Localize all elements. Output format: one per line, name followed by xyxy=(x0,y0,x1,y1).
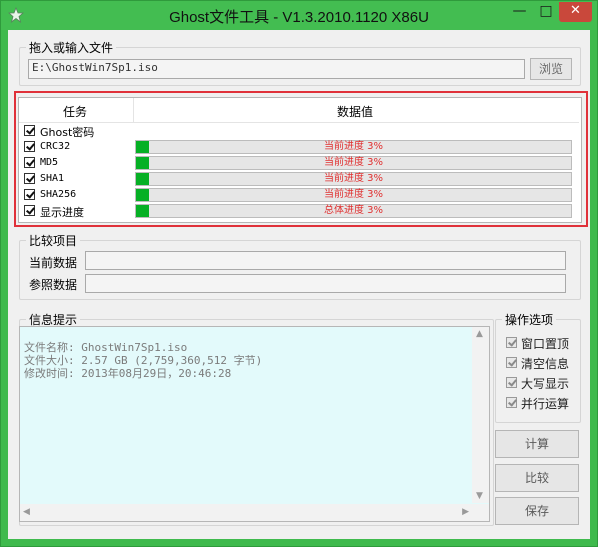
scroll-up-arrow-icon[interactable]: ▲ xyxy=(476,329,483,339)
info-line-filesize: 文件大小: 2.57 GB (2,759,360,512 字节) xyxy=(24,354,263,367)
compare-group-label: 比较项目 xyxy=(26,232,81,249)
maximize-button[interactable]: □ xyxy=(533,2,559,22)
scroll-corner xyxy=(472,504,489,521)
reference-data-label: 参照数据 xyxy=(29,278,78,292)
option-checkbox[interactable] xyxy=(506,397,517,408)
app-window: Ghost文件工具 - V1.3.2010.1120 X86U — □ ✕ 拖入… xyxy=(0,0,598,547)
option-checkbox[interactable] xyxy=(506,357,517,368)
info-text: 文件名称: GhostWin7Sp1.iso 文件大小: 2.57 GB (2,… xyxy=(24,341,262,380)
scroll-down-arrow-icon[interactable]: ▼ xyxy=(476,491,483,501)
options-group-label: 操作选项 xyxy=(502,311,557,328)
option-label: 并行运算 xyxy=(521,397,570,411)
option-label: 窗口置顶 xyxy=(521,337,570,351)
compute-button[interactable]: 计算 xyxy=(495,430,579,458)
info-line-filename: 文件名称: GhostWin7Sp1.iso xyxy=(24,341,188,354)
save-button[interactable]: 保存 xyxy=(495,497,579,525)
file-input-group-label: 拖入或输入文件 xyxy=(26,39,117,56)
highlight-frame xyxy=(14,91,588,227)
option-label: 大写显示 xyxy=(521,377,570,391)
info-line-modified: 修改时间: 2013年08月29日，20:46:28 xyxy=(24,367,232,380)
compare-button[interactable]: 比较 xyxy=(495,464,579,492)
title-bar[interactable]: Ghost文件工具 - V1.3.2010.1120 X86U — □ ✕ xyxy=(1,1,597,30)
horizontal-scrollbar[interactable]: ◀ ▶ xyxy=(20,504,472,521)
current-data-label: 当前数据 xyxy=(29,256,78,270)
browse-button[interactable]: 浏览 xyxy=(530,58,572,80)
vertical-scrollbar[interactable]: ▲ ▼ xyxy=(472,327,489,503)
close-button[interactable]: ✕ xyxy=(559,2,592,22)
info-textarea[interactable]: 文件名称: GhostWin7Sp1.iso 文件大小: 2.57 GB (2,… xyxy=(19,326,490,522)
current-data-field[interactable] xyxy=(85,251,566,270)
reference-data-field[interactable] xyxy=(85,274,566,293)
minimize-button[interactable]: — xyxy=(506,2,533,22)
file-path-field[interactable]: E:\GhostWin7Sp1.iso xyxy=(28,59,525,79)
scroll-left-arrow-icon[interactable]: ◀ xyxy=(23,507,30,517)
option-checkbox[interactable] xyxy=(506,337,517,348)
option-label: 清空信息 xyxy=(521,357,570,371)
scroll-right-arrow-icon[interactable]: ▶ xyxy=(462,507,469,517)
option-checkbox[interactable] xyxy=(506,377,517,388)
client-area: 拖入或输入文件 E:\GhostWin7Sp1.iso 浏览 任务 数据值 Gh… xyxy=(8,30,590,539)
